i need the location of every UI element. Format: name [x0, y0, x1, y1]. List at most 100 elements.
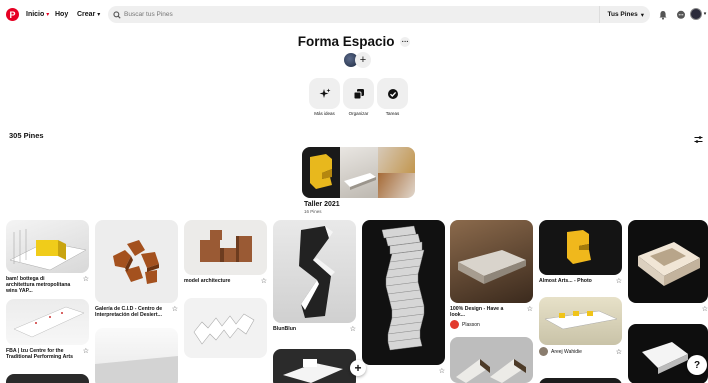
add-pin-button[interactable]: +: [350, 360, 366, 376]
pin-image[interactable]: [628, 220, 708, 303]
today-button[interactable]: Hoy: [55, 8, 68, 21]
pin-title[interactable]: 100% Design - Have a look...: [450, 306, 518, 318]
pin-title[interactable]: Galería de C.I.D - Centro de Interpretac…: [95, 306, 163, 318]
chevron-down-icon: ▾: [640, 11, 644, 19]
user-avatar[interactable]: [690, 8, 702, 20]
section-cover-image: [302, 147, 340, 198]
pin-card[interactable]: bam! bottega di architettura metropolita…: [6, 220, 89, 295]
pin-title[interactable]: Almost Arts... - Photo: [539, 278, 607, 284]
pin-image[interactable]: [6, 220, 89, 273]
owner-name: Areej Wahidie: [551, 348, 582, 355]
pin-image[interactable]: [450, 337, 533, 383]
pin-image[interactable]: [362, 220, 445, 365]
search-icon: [112, 10, 122, 20]
search-bar[interactable]: Tus Pines ▾: [108, 6, 650, 23]
pin-title[interactable]: bam! bottega di architettura metropolita…: [6, 276, 74, 295]
owner-name: Plasson: [462, 321, 480, 328]
more-ideas-button[interactable]: [309, 78, 340, 109]
star-icon[interactable]: ☆: [616, 348, 622, 356]
pin-card[interactable]: ☆: [362, 220, 445, 375]
more-ideas-action[interactable]: Más ideas: [309, 78, 340, 116]
board-title: Forma Espacio ···: [0, 34, 708, 49]
more-options-icon[interactable]: ···: [400, 37, 411, 48]
checkmark-icon: [387, 88, 398, 99]
star-icon[interactable]: ☆: [439, 368, 445, 375]
pin-count: 305 Pines: [9, 131, 44, 140]
pin-card[interactable]: Almost Arts... - Photo ☆: [539, 220, 622, 285]
top-nav: P Inicio ▾ Hoy Crear ▾ Tus Pines ▾ ▾: [0, 0, 708, 28]
pin-card[interactable]: FBA | Izu Centre for the Traditional Per…: [6, 299, 89, 360]
pin-title[interactable]: FBA | Izu Centre for the Traditional Per…: [6, 348, 74, 360]
tasks-label: Tareas: [385, 111, 400, 116]
messages-icon[interactable]: [675, 9, 686, 20]
pin-image[interactable]: [539, 220, 622, 275]
pin-title[interactable]: model architecture: [184, 278, 252, 284]
more-ideas-label: Más ideas: [314, 111, 335, 116]
pin-owner[interactable]: Areej Wahidie ☆: [539, 347, 622, 356]
star-icon[interactable]: ☆: [350, 326, 356, 333]
pinterest-logo-icon[interactable]: P: [6, 8, 19, 21]
pin-card[interactable]: [273, 349, 356, 383]
tasks-action[interactable]: Tareas: [377, 78, 408, 116]
search-input[interactable]: [124, 11, 604, 18]
pin-card[interactable]: Galería de C.I.D - Centro de Interpretac…: [95, 220, 178, 318]
board-section[interactable]: Taller 2021 16 Pines: [302, 147, 415, 214]
home-menu-button[interactable]: Inicio ▾: [26, 8, 49, 21]
organize-label: Organizar: [348, 111, 369, 116]
tasks-button[interactable]: [377, 78, 408, 109]
pin-card[interactable]: model architecture ☆: [184, 220, 267, 285]
create-label: Crear: [77, 11, 96, 18]
pin-image[interactable]: [95, 220, 178, 303]
home-label: Inicio: [26, 11, 45, 18]
board-title-text: Forma Espacio: [297, 34, 395, 49]
pin-card[interactable]: ☆: [628, 220, 708, 313]
star-icon[interactable]: ☆: [527, 306, 533, 313]
pin-card[interactable]: [450, 337, 533, 383]
section-cover-image: [378, 147, 415, 173]
chevron-down-icon: ▾: [97, 12, 101, 18]
pin-image[interactable]: [184, 298, 267, 358]
pin-card[interactable]: [184, 298, 267, 358]
pin-card[interactable]: Areej Wahidie ☆: [539, 297, 622, 356]
pin-image[interactable]: [539, 297, 622, 345]
chevron-down-icon[interactable]: ▾: [702, 11, 708, 17]
organize-button[interactable]: [343, 78, 374, 109]
search-scope-label: Tus Pines: [607, 11, 638, 18]
create-menu-button[interactable]: Crear ▾: [77, 8, 100, 21]
bell-icon[interactable]: [657, 9, 668, 20]
add-collaborator-button[interactable]: +: [355, 52, 371, 68]
pin-owner[interactable]: Plasson: [450, 320, 533, 330]
help-button[interactable]: ?: [687, 355, 707, 375]
section-cover-image: [340, 147, 378, 198]
organize-icon: [353, 88, 364, 99]
star-icon[interactable]: ☆: [83, 276, 89, 283]
pin-image[interactable]: [6, 374, 89, 383]
chevron-down-icon: ▾: [46, 12, 50, 18]
star-icon[interactable]: ☆: [83, 348, 89, 355]
star-icon[interactable]: ☆: [616, 278, 622, 285]
pin-image[interactable]: [450, 220, 533, 303]
organize-action[interactable]: Organizar: [343, 78, 374, 116]
collaborators: +: [343, 51, 373, 69]
star-icon[interactable]: ☆: [261, 278, 267, 285]
star-icon[interactable]: ☆: [172, 306, 178, 313]
filter-icon[interactable]: [694, 131, 703, 143]
pin-card[interactable]: 100% Design - Have a look... ☆ Plasson: [450, 220, 533, 330]
search-scope-dropdown[interactable]: Tus Pines ▾: [598, 6, 651, 23]
owner-avatar: [450, 320, 459, 330]
pin-title[interactable]: BlunBlun: [273, 326, 341, 332]
pin-image[interactable]: [6, 299, 89, 345]
pin-card[interactable]: [539, 378, 622, 383]
pin-image[interactable]: [539, 378, 622, 383]
pin-card[interactable]: BlunBlun ☆: [273, 220, 356, 333]
pin-image[interactable]: [273, 349, 356, 383]
today-label: Hoy: [55, 11, 69, 18]
pin-image[interactable]: [184, 220, 267, 275]
section-cover-image: [378, 173, 415, 198]
pin-card[interactable]: [95, 328, 178, 383]
pin-image[interactable]: [95, 328, 178, 383]
section-cover[interactable]: [302, 147, 415, 198]
pin-card[interactable]: [6, 374, 89, 383]
star-icon[interactable]: ☆: [702, 306, 708, 313]
pin-image[interactable]: [273, 220, 356, 323]
